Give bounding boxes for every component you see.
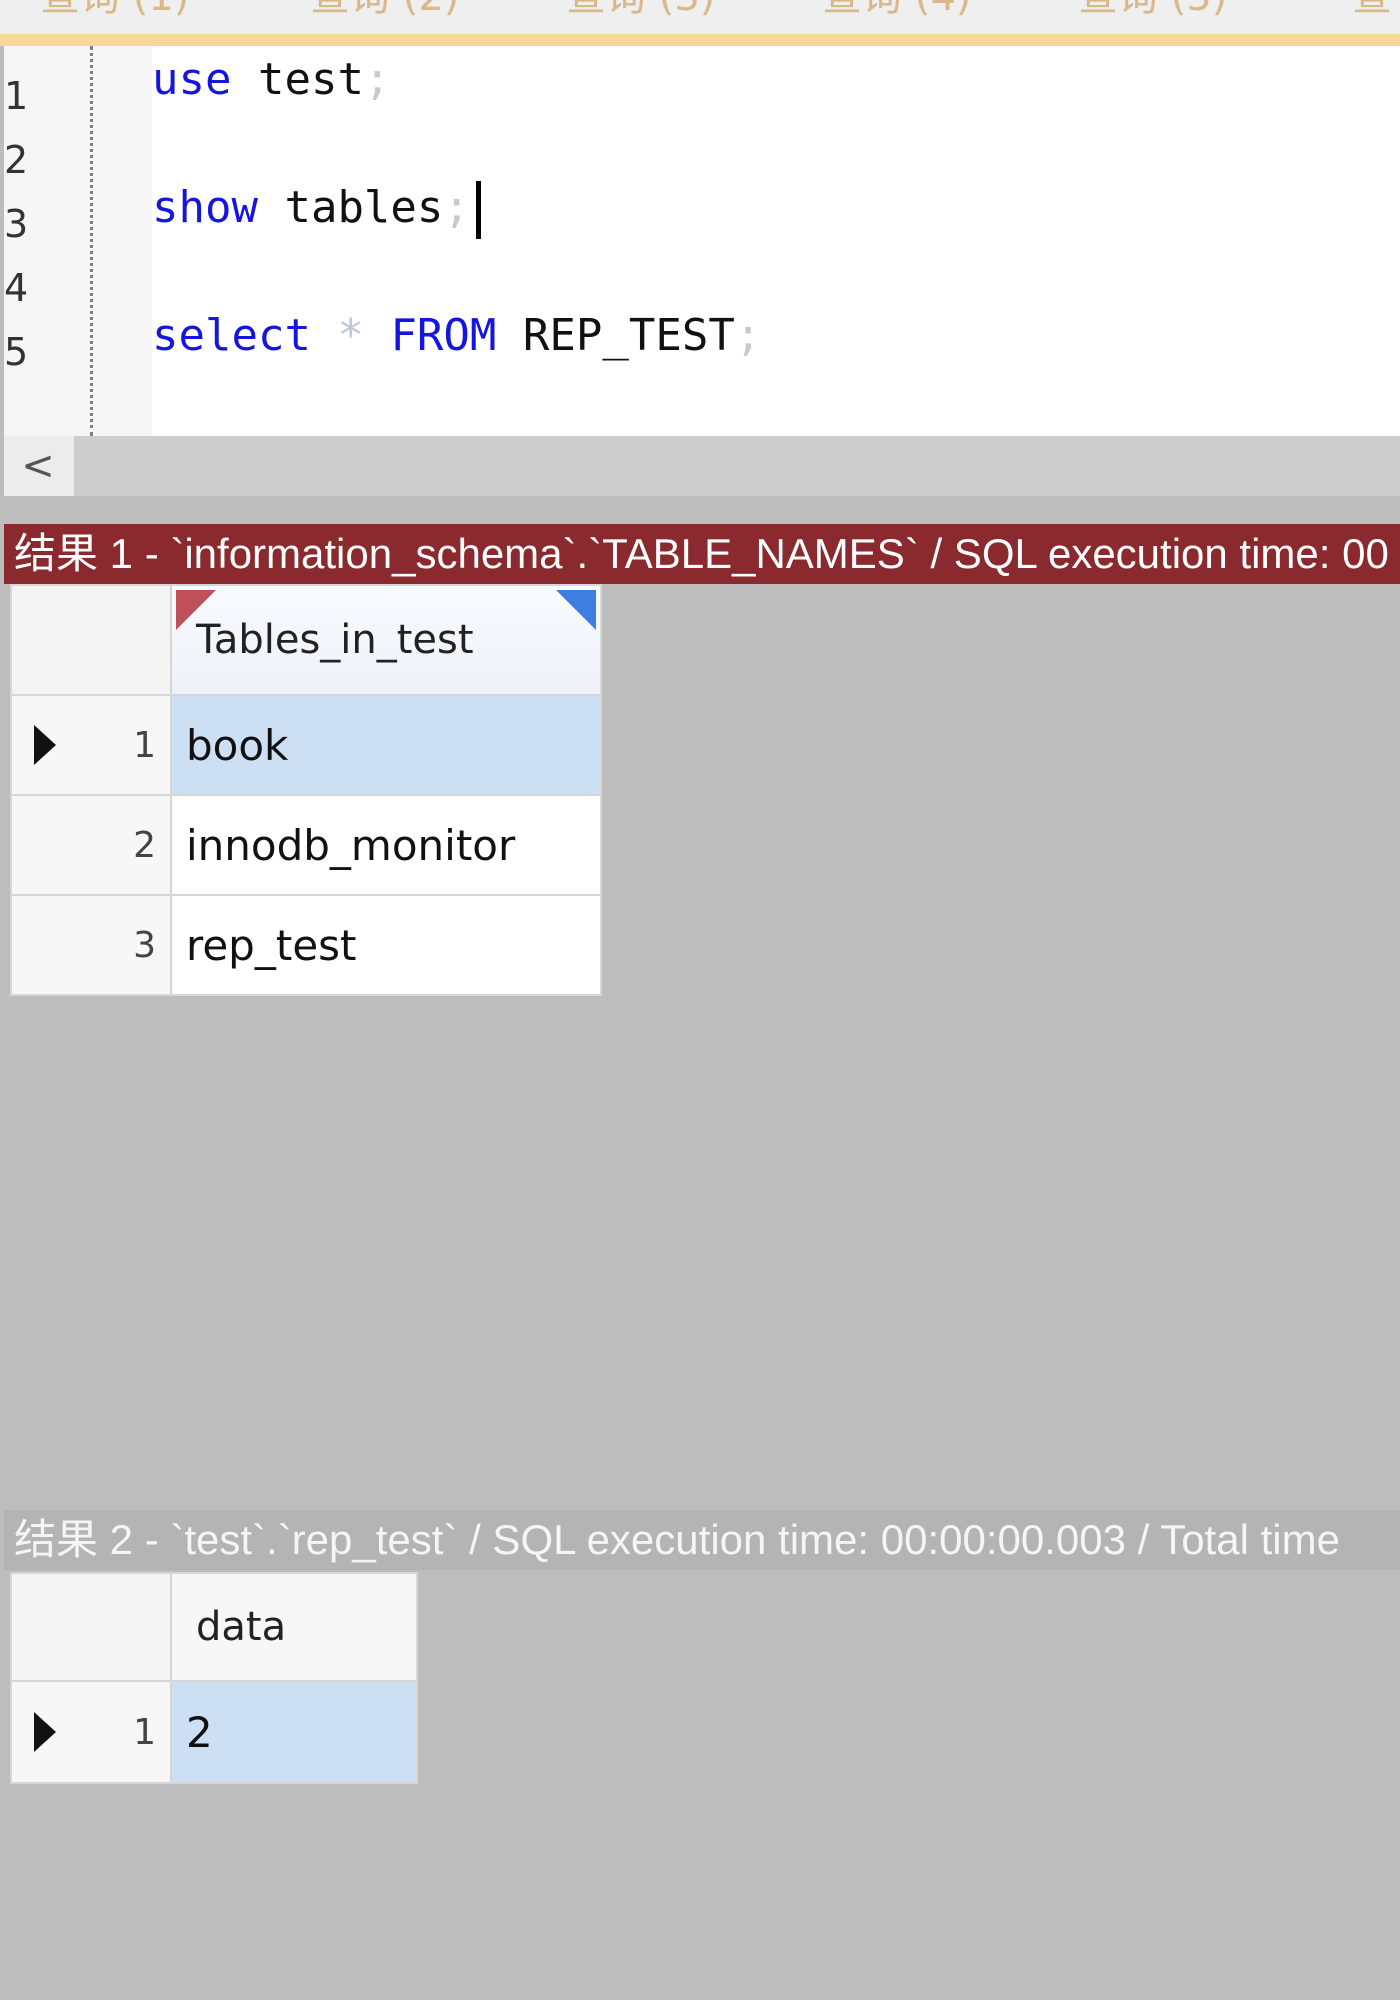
table-cell[interactable]: rep_test (170, 894, 602, 996)
result-1-header[interactable]: 结果 1 - `information_schema`.`TABLE_NAMES… (4, 524, 1400, 584)
table-cell[interactable]: innodb_monitor (170, 794, 602, 896)
tab-query-6[interactable]: 查 (1352, 0, 1392, 20)
tab-query-1[interactable]: 查询 (1) (40, 0, 189, 20)
editor-horizontal-scrollbar[interactable]: < (4, 436, 1400, 496)
tab-query-4[interactable]: 查询 (4) (822, 0, 971, 20)
sql-identifier: test (231, 54, 364, 105)
row-header[interactable]: 2 (10, 794, 172, 896)
sql-semicolon: ; (443, 182, 470, 233)
line-number: 5 (4, 330, 29, 374)
table-cell[interactable]: book (170, 694, 602, 796)
active-tab-accent (0, 34, 1400, 46)
current-row-arrow-icon (34, 725, 56, 765)
result-2-header[interactable]: 结果 2 - `test`.`rep_test` / SQL execution… (4, 1510, 1400, 1570)
tab-query-5[interactable]: 查询 (5) (1078, 0, 1227, 20)
text-caret (475, 181, 481, 239)
row-number: 1 (133, 1711, 156, 1753)
column-header-label: data (196, 1604, 287, 1650)
code-line-5[interactable]: select * FROM REP_TEST; (152, 304, 761, 368)
tab-query-2[interactable]: 查询 (2) (310, 0, 459, 20)
scrollbar-track[interactable] (74, 436, 1400, 496)
filter-indicator-icon (556, 590, 596, 630)
scroll-left-icon[interactable]: < (4, 436, 72, 496)
sql-identifier: REP_TEST (496, 310, 735, 361)
column-header-label: Tables_in_test (196, 617, 474, 663)
sql-keyword: use (152, 54, 232, 105)
sort-indicator-icon (176, 590, 216, 630)
result-2-grid: data 1 2 (10, 1572, 418, 1784)
row-number: 1 (133, 724, 156, 766)
tab-query-3[interactable]: 查询 (3) (566, 0, 715, 20)
sql-semicolon: ; (734, 310, 762, 361)
line-number: 3 (4, 202, 29, 246)
row-number: 3 (133, 924, 156, 966)
sql-keyword: FROM (390, 310, 497, 361)
sql-operator: * (310, 310, 391, 361)
sql-keyword: select (152, 310, 311, 361)
row-header[interactable]: 3 (10, 894, 172, 996)
sql-identifier: tables (257, 182, 444, 233)
query-tab-bar: 查询 (1) 查询 (2) 查询 (3) 查询 (4) 查询 (5) 查 (0, 0, 1400, 46)
row-header[interactable]: 1 (10, 1680, 172, 1784)
sql-client-window: 查询 (1) 查询 (2) 查询 (3) 查询 (4) 查询 (5) 查 1 2… (0, 0, 1400, 2000)
result-1-grid: Tables_in_test 1 book 2 innodb_monitor 3… (10, 584, 602, 996)
row-header[interactable]: 1 (10, 694, 172, 796)
line-number: 2 (4, 138, 29, 182)
line-number: 1 (4, 74, 29, 118)
table-cell[interactable]: 2 (170, 1680, 418, 1784)
sql-semicolon: ; (363, 54, 391, 105)
row-number: 2 (133, 824, 156, 866)
gutter-divider (90, 46, 93, 436)
column-header-data[interactable]: data (170, 1572, 418, 1682)
sql-keyword: show (152, 182, 258, 233)
code-line-1[interactable]: use test; (152, 48, 390, 112)
grid-corner[interactable] (10, 584, 172, 696)
grid-corner[interactable] (10, 1572, 172, 1682)
line-number: 4 (4, 266, 29, 310)
sql-editor[interactable]: 1 2 3 4 5 use test; show tables; select … (4, 46, 1400, 436)
code-line-3[interactable]: show tables; (152, 176, 481, 240)
column-header-tables-in-test[interactable]: Tables_in_test (170, 584, 602, 696)
current-row-arrow-icon (34, 1712, 56, 1752)
